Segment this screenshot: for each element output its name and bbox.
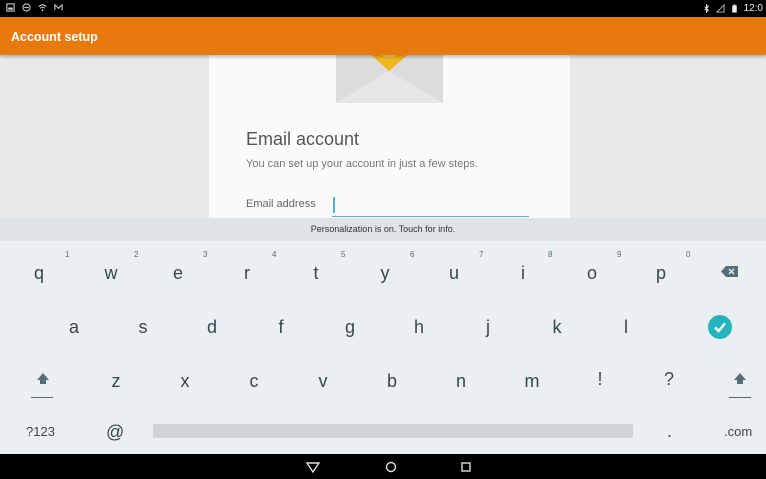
key-at[interactable]: @ — [106, 423, 124, 441]
key-hint: 5 — [341, 250, 346, 259]
navigation-bar — [0, 454, 766, 479]
gallery-icon — [6, 3, 15, 12]
key-r[interactable]: r — [239, 264, 255, 282]
key-v[interactable]: v — [315, 372, 331, 390]
key-question[interactable]: ? — [661, 370, 677, 388]
key-q[interactable]: q — [31, 264, 47, 282]
key-hint: 6 — [410, 250, 415, 259]
status-time: 12:0 — [743, 3, 763, 14]
space-bar[interactable] — [153, 424, 633, 438]
battery-icon — [731, 4, 737, 13]
signal-icon — [715, 4, 725, 13]
key-hint: 9 — [617, 250, 622, 259]
key-hint: 0 — [686, 250, 691, 259]
key-c[interactable]: c — [246, 372, 262, 390]
key-x[interactable]: x — [177, 372, 193, 390]
key-m[interactable]: m — [522, 372, 542, 390]
minus-circle-icon — [22, 3, 31, 12]
key-hint: 1 — [65, 250, 70, 259]
app-title: Account setup — [11, 30, 98, 44]
shift-right-icon[interactable] — [731, 370, 749, 392]
key-h[interactable]: h — [411, 318, 427, 336]
email-address-label: Email address — [246, 198, 316, 210]
key-t[interactable]: t — [308, 264, 324, 282]
text-cursor — [333, 197, 335, 213]
key-g[interactable]: g — [342, 318, 358, 336]
key-o[interactable]: o — [584, 264, 600, 282]
key-hint: 8 — [548, 250, 553, 259]
card-subtitle: You can set up your account in just a fe… — [246, 158, 478, 170]
shift-left-icon[interactable] — [34, 370, 52, 392]
soft-keyboard: Personalization is on. Touch for info. 1… — [0, 218, 766, 454]
shift-underline — [729, 397, 751, 398]
email-address-input[interactable] — [332, 193, 529, 217]
done-check-icon[interactable] — [708, 315, 732, 339]
key-exclamation[interactable]: ! — [592, 370, 608, 388]
key-l[interactable]: l — [618, 318, 634, 336]
status-right-icons: 12:0 — [702, 3, 763, 14]
key-k[interactable]: k — [549, 318, 565, 336]
key-d[interactable]: d — [204, 318, 220, 336]
status-left-icons — [6, 3, 63, 12]
key-period[interactable]: . — [667, 422, 672, 440]
key-y[interactable]: y — [377, 264, 393, 282]
home-icon[interactable] — [383, 459, 399, 475]
key-z[interactable]: z — [108, 372, 124, 390]
key-p[interactable]: p — [653, 264, 669, 282]
check-icon — [714, 322, 726, 333]
key-e[interactable]: e — [170, 264, 186, 282]
status-bar: 12:0 — [0, 0, 766, 17]
suggestion-strip[interactable]: Personalization is on. Touch for info. — [0, 218, 766, 241]
backspace-icon[interactable] — [721, 266, 738, 277]
key-w[interactable]: w — [103, 264, 119, 282]
key-u[interactable]: u — [446, 264, 462, 282]
key-f[interactable]: f — [273, 318, 289, 336]
card-title: Email account — [246, 129, 360, 149]
key-hint: 3 — [203, 250, 208, 259]
key-symbols[interactable]: ?123 — [26, 425, 55, 438]
wifi-icon — [38, 4, 47, 12]
key-dotcom[interactable]: .com — [724, 425, 752, 438]
m-icon — [54, 3, 63, 11]
back-icon[interactable] — [305, 459, 321, 475]
key-a[interactable]: a — [66, 318, 82, 336]
key-hint: 7 — [479, 250, 484, 259]
key-hint: 4 — [272, 250, 277, 259]
screen: 12:0 Account setup Email account You can… — [0, 0, 766, 479]
key-i[interactable]: i — [515, 264, 531, 282]
key-j[interactable]: j — [480, 318, 496, 336]
app-bar: Account setup — [0, 17, 766, 55]
bluetooth-icon — [703, 4, 709, 13]
shift-underline — [31, 397, 53, 398]
key-hint: 2 — [134, 250, 139, 259]
setup-card: Email account You can set up your accoun… — [209, 55, 570, 218]
key-n[interactable]: n — [453, 372, 469, 390]
email-envelope-icon — [336, 55, 443, 103]
key-s[interactable]: s — [135, 318, 151, 336]
recents-icon[interactable] — [458, 459, 474, 475]
key-b[interactable]: b — [384, 372, 400, 390]
content-area: Email account You can set up your accoun… — [0, 55, 766, 218]
